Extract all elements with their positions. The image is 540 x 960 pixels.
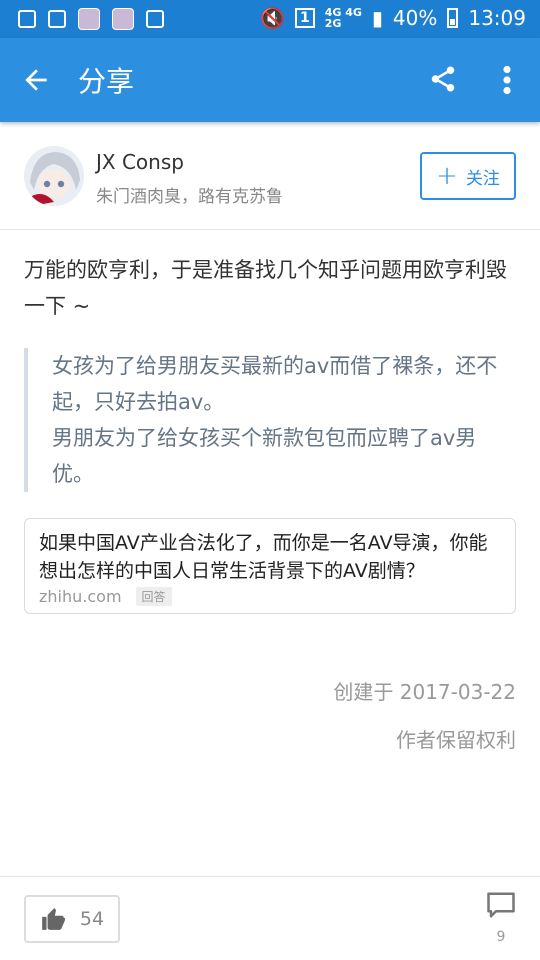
signal-indicator: 4G 4G 2G bbox=[324, 6, 362, 30]
avatar[interactable] bbox=[24, 146, 84, 206]
notification-avatar-icon bbox=[112, 8, 134, 30]
bottom-action-bar: 54 9 bbox=[0, 876, 540, 960]
post-quote: 女孩为了给男朋友买最新的av而借了裸条，还不起，只好去拍av。 男朋友为了给女孩… bbox=[24, 348, 516, 492]
quote-line: 女孩为了给男朋友买最新的av而借了裸条，还不起，只好去拍av。 bbox=[52, 354, 498, 414]
clock: 13:09 bbox=[468, 6, 526, 30]
link-card[interactable]: 如果中国AV产业合法化了，而你是一名AV导演，你能想出怎样的中国人日常生活背景下… bbox=[24, 518, 516, 614]
author-bio: 朱门酒肉臭，路有克苏鲁 bbox=[96, 187, 283, 207]
device-icon bbox=[48, 10, 66, 28]
link-tag: 回答 bbox=[135, 587, 172, 606]
link-domain: zhihu.com bbox=[39, 587, 122, 606]
comment-icon[interactable] bbox=[486, 891, 516, 919]
author-name[interactable]: JX Consp bbox=[96, 150, 184, 174]
mute-icon: 🔇 bbox=[260, 6, 285, 30]
follow-label: 关注 bbox=[465, 168, 500, 189]
notification-avatar-icon bbox=[78, 8, 100, 30]
comment-count: 9 bbox=[496, 929, 506, 945]
more-vertical-icon[interactable] bbox=[496, 62, 518, 98]
thumbs-up-icon bbox=[42, 908, 65, 930]
like-button[interactable]: 54 bbox=[24, 895, 120, 943]
quote-line: 男朋友为了给女孩买个新款包包而应聘了av男优。 bbox=[52, 426, 477, 486]
link-title: 如果中国AV产业合法化了，而你是一名AV导演，你能想出怎样的中国人日常生活背景下… bbox=[39, 532, 488, 582]
signal-bars-icon: ▮ bbox=[371, 6, 383, 30]
like-count: 54 bbox=[79, 908, 105, 930]
mail-icon bbox=[18, 10, 36, 28]
battery-percent: 40% bbox=[392, 6, 438, 30]
page-title: 分享 bbox=[78, 65, 135, 98]
image-icon bbox=[146, 10, 164, 28]
follow-button[interactable]: + 关注 bbox=[420, 152, 516, 200]
battery-icon bbox=[447, 8, 459, 28]
status-bar: 🔇 1 4G 4G 2G ▮ 40% 13:09 bbox=[0, 0, 540, 38]
app-bar: 分享 bbox=[0, 38, 540, 122]
plus-icon: + bbox=[436, 161, 458, 191]
author-header: JX Consp 朱门酒肉臭，路有克苏鲁 + 关注 bbox=[0, 122, 540, 230]
avatar-image bbox=[24, 146, 84, 206]
created-date: 创建于 2017-03-22 bbox=[333, 680, 516, 704]
link-meta: zhihu.com 回答 bbox=[39, 587, 501, 606]
sim-slot-indicator: 1 bbox=[294, 8, 315, 28]
copyright-notice: 作者保留权利 bbox=[396, 728, 516, 752]
share-icon[interactable] bbox=[428, 64, 458, 94]
arrow-left-icon[interactable] bbox=[20, 64, 52, 96]
notification-icons bbox=[18, 8, 164, 30]
system-icons: 🔇 1 4G 4G 2G ▮ 40% 13:09 bbox=[260, 6, 526, 30]
post-body: 万能的欧亨利，于是准备找几个知乎问题用欧亨利毁一下 ~ bbox=[24, 258, 507, 318]
